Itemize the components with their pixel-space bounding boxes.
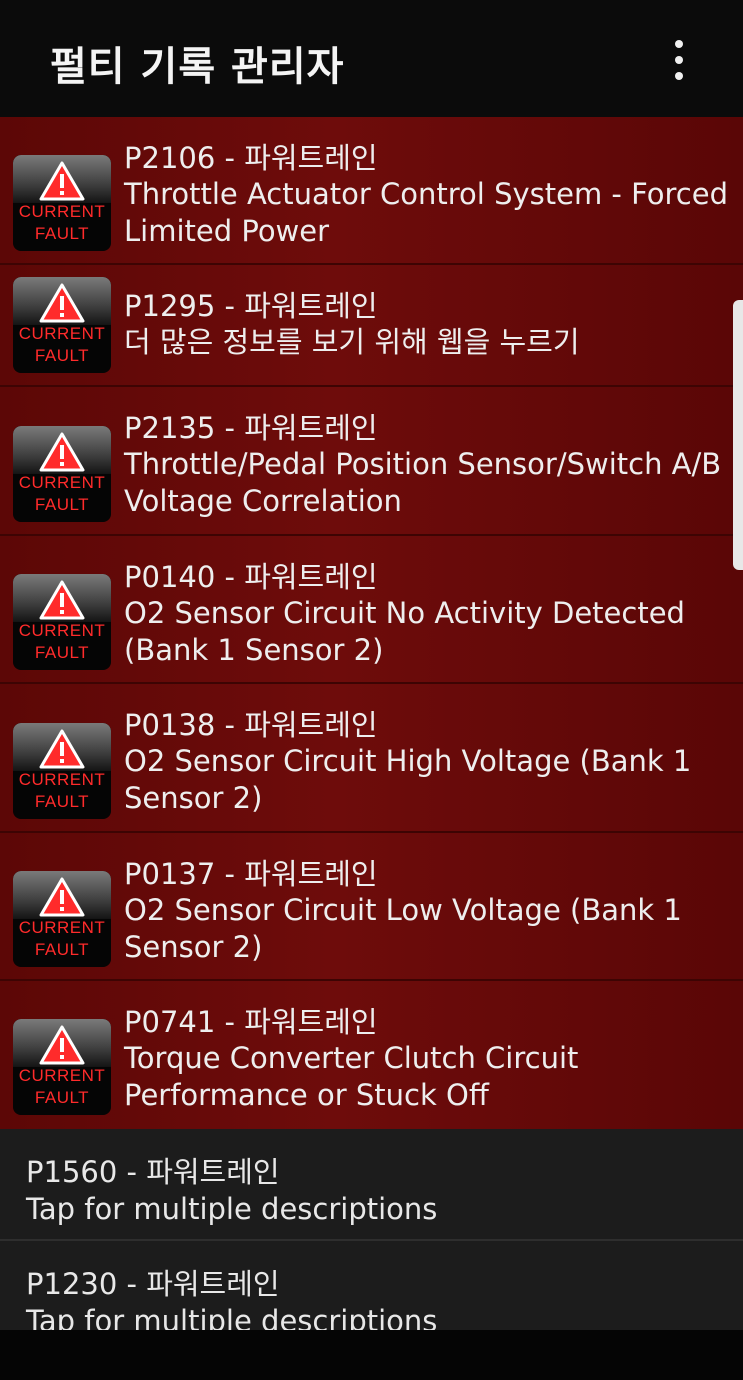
- list-item[interactable]: P1560 - 파워트레인 Tap for multiple descripti…: [0, 1129, 743, 1241]
- fault-row[interactable]: CURRENT FAULT P2106 - 파워트레인 Throttle Act…: [0, 117, 743, 265]
- app-title: 펄티 기록 관리자: [50, 44, 345, 90]
- badge-line1: CURRENT: [18, 324, 106, 343]
- badge-line2: FAULT: [34, 224, 90, 243]
- fault-code: P2106 - 파워트레인: [124, 141, 378, 175]
- fault-code: P0741 - 파워트레인: [124, 1005, 378, 1039]
- badge-line1: CURRENT: [18, 770, 106, 789]
- fault-description: Torque Converter Clutch Circuit Performa…: [124, 1041, 579, 1112]
- fault-row[interactable]: CURRENT FAULT P2135 - 파워트레인 Throttle/Ped…: [0, 387, 743, 536]
- fault-description: Tap for multiple descriptions: [26, 1192, 438, 1226]
- badge-line2: FAULT: [34, 792, 90, 811]
- fault-description: O2 Sensor Circuit Low Voltage (Bank 1 Se…: [124, 893, 682, 964]
- badge-line2: FAULT: [34, 643, 90, 662]
- badge-line2: FAULT: [34, 495, 90, 514]
- badge-line1: CURRENT: [18, 918, 106, 937]
- fault-row[interactable]: CURRENT FAULT P1295 - 파워트레인 더 많은 정보를 보기 …: [0, 265, 743, 387]
- list-item[interactable]: P1230 - 파워트레인 Tap for multiple descripti…: [0, 1241, 743, 1330]
- warning-triangle-icon: [39, 729, 85, 769]
- fault-code: P2135 - 파워트레인: [124, 411, 378, 445]
- warning-triangle-icon: [39, 161, 85, 201]
- fault-code: P1295 - 파워트레인: [124, 289, 378, 323]
- current-fault-badge: CURRENT FAULT: [13, 277, 111, 373]
- fault-row[interactable]: CURRENT FAULT P0741 - 파워트레인 Torque Conve…: [0, 981, 743, 1129]
- current-fault-badge: CURRENT FAULT: [13, 1019, 111, 1115]
- fault-code: P1230 - 파워트레인: [26, 1267, 280, 1301]
- fault-row[interactable]: CURRENT FAULT P0140 - 파워트레인 O2 Sensor Ci…: [0, 536, 743, 684]
- current-fault-badge: CURRENT FAULT: [13, 871, 111, 967]
- fault-description: O2 Sensor Circuit No Activity Detected (…: [124, 596, 685, 667]
- scrollbar-thumb[interactable]: [733, 300, 743, 570]
- current-fault-badge: CURRENT FAULT: [13, 723, 111, 819]
- more-vert-icon[interactable]: [664, 40, 694, 80]
- badge-line2: FAULT: [34, 346, 90, 365]
- current-fault-badge: CURRENT FAULT: [13, 426, 111, 522]
- fault-description: O2 Sensor Circuit High Voltage (Bank 1 S…: [124, 744, 692, 815]
- fault-code: P0137 - 파워트레인: [124, 857, 378, 891]
- fault-description: 더 많은 정보를 보기 위해 웹을 누르기: [124, 325, 580, 359]
- fault-code: P0138 - 파워트레인: [124, 708, 378, 742]
- bottom-edge: [0, 1330, 743, 1380]
- badge-line2: FAULT: [34, 1088, 90, 1107]
- current-fault-badge: CURRENT FAULT: [13, 574, 111, 670]
- badge-line2: FAULT: [34, 940, 90, 959]
- fault-row[interactable]: CURRENT FAULT P0138 - 파워트레인 O2 Sensor Ci…: [0, 684, 743, 833]
- badge-line1: CURRENT: [18, 473, 106, 492]
- fault-row[interactable]: CURRENT FAULT P0137 - 파워트레인 O2 Sensor Ci…: [0, 833, 743, 981]
- warning-triangle-icon: [39, 877, 85, 917]
- warning-triangle-icon: [39, 580, 85, 620]
- fault-list[interactable]: CURRENT FAULT P2106 - 파워트레인 Throttle Act…: [0, 117, 743, 1330]
- fault-code: P1560 - 파워트레인: [26, 1155, 280, 1189]
- fault-description: Throttle/Pedal Position Sensor/Switch A/…: [124, 447, 722, 518]
- app-bar: 펄티 기록 관리자: [0, 0, 743, 117]
- badge-line1: CURRENT: [18, 202, 106, 221]
- warning-triangle-icon: [39, 1025, 85, 1065]
- fault-code: P0140 - 파워트레인: [124, 560, 378, 594]
- warning-triangle-icon: [39, 432, 85, 472]
- current-fault-badge: CURRENT FAULT: [13, 155, 111, 251]
- badge-line1: CURRENT: [18, 621, 106, 640]
- warning-triangle-icon: [39, 283, 85, 323]
- badge-line1: CURRENT: [18, 1066, 106, 1085]
- fault-description: Throttle Actuator Control System - Force…: [124, 177, 728, 248]
- fault-description: Tap for multiple descriptions: [26, 1304, 438, 1330]
